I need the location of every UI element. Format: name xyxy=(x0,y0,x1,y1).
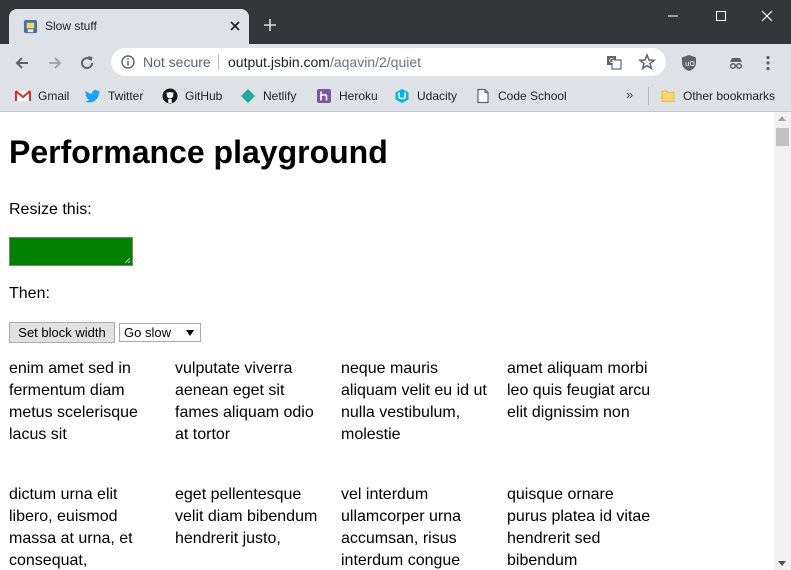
bookmark-label: Code School xyxy=(498,89,567,103)
bookmark-label: Other bookmarks xyxy=(683,89,776,103)
bookmark-netlify[interactable]: Netlify xyxy=(240,86,296,106)
bookmark-code-school[interactable]: Code School xyxy=(475,86,567,106)
bookmark-label: Udacity xyxy=(417,89,458,103)
bookmark-other[interactable]: Other bookmarks xyxy=(660,86,775,106)
speed-select-value: Go slow xyxy=(124,325,171,340)
text-block: neque mauris aliquam velit eu id ut null… xyxy=(341,360,487,443)
bookmark-label: GitHub xyxy=(185,89,223,103)
text-block: amet aliquam morbi leo quis feugiat arcu… xyxy=(507,360,651,421)
udacity-icon xyxy=(395,89,409,103)
page-icon xyxy=(477,88,489,104)
bookmark-twitter[interactable]: Twitter xyxy=(85,86,143,106)
back-icon[interactable] xyxy=(13,54,31,72)
svg-text:uO: uO xyxy=(685,60,695,68)
browser-toolbar: Not secure output.jsbin.com/aqavin/2/qui… xyxy=(0,44,791,81)
gmail-icon xyxy=(15,90,31,101)
url-text[interactable]: output.jsbin.com/aqavin/2/quiet xyxy=(228,54,421,70)
url-path: /aqavin/2/quiet xyxy=(329,54,422,70)
bookmark-label: Gmail xyxy=(38,89,70,103)
text-block: dictum urna elit libero, euismod massa a… xyxy=(9,486,133,569)
translate-icon[interactable]: G xyxy=(605,53,623,71)
address-bar[interactable]: Not secure output.jsbin.com/aqavin/2/qui… xyxy=(111,48,666,76)
bookmark-github[interactable]: GitHub xyxy=(162,86,222,106)
netlify-icon xyxy=(241,89,255,103)
bookmark-udacity[interactable]: Udacity xyxy=(394,86,457,106)
scroll-up-arrow-icon[interactable] xyxy=(778,116,786,121)
text-block: vel interdum ullamcorper urna accumsan, … xyxy=(341,486,462,569)
window-close-icon[interactable] xyxy=(759,8,775,24)
twitter-icon xyxy=(85,90,100,103)
close-icon[interactable] xyxy=(228,19,242,33)
bookmark-star-icon[interactable] xyxy=(638,53,656,71)
heroku-icon xyxy=(317,89,331,103)
maximize-icon[interactable] xyxy=(713,8,729,24)
bookmarks-divider xyxy=(648,87,649,105)
svg-text:G: G xyxy=(609,57,614,65)
incognito-icon[interactable] xyxy=(727,54,745,72)
then-label: Then: xyxy=(9,285,50,302)
menu-icon[interactable] xyxy=(759,54,777,72)
info-icon[interactable] xyxy=(121,55,135,69)
minimize-icon[interactable] xyxy=(665,8,681,24)
folder-icon xyxy=(661,90,675,102)
github-icon xyxy=(162,88,178,104)
text-block: vulputate viverra aenean eget sit fames … xyxy=(175,360,314,443)
scroll-thumb[interactable] xyxy=(776,128,789,146)
speed-select[interactable]: Go slow xyxy=(119,323,201,342)
resize-handle-icon[interactable] xyxy=(124,257,131,264)
scroll-down-arrow-icon[interactable] xyxy=(778,561,786,566)
resizable-block[interactable] xyxy=(9,237,133,266)
ublock-icon[interactable]: uO xyxy=(680,54,698,72)
reload-icon[interactable] xyxy=(78,54,96,72)
page-title: Performance playground xyxy=(9,134,388,170)
jsbin-favicon-icon xyxy=(23,19,38,34)
bookmarks-overflow-chevron-icon[interactable]: » xyxy=(626,87,633,102)
text-block: quisque ornare purus platea id vitae hen… xyxy=(507,486,651,569)
page-viewport: Performance playground Resize this: Then… xyxy=(0,112,774,570)
forward-icon[interactable] xyxy=(46,54,64,72)
tab-strip: Slow stuff xyxy=(0,0,791,44)
bookmark-heroku[interactable]: Heroku xyxy=(316,86,378,106)
new-tab-icon[interactable] xyxy=(262,17,278,33)
bookmark-gmail[interactable]: Gmail xyxy=(15,86,69,106)
set-block-width-button[interactable]: Set block width xyxy=(9,322,115,343)
text-block: enim amet sed in fermentum diam metus sc… xyxy=(9,360,138,443)
chevron-down-icon xyxy=(186,330,194,336)
bookmark-label: Twitter xyxy=(108,89,144,103)
omnibox-divider xyxy=(218,54,219,70)
tab-title: Slow stuff xyxy=(45,19,97,33)
bookmarks-bar: Gmail Twitter GitHub Netlify Heroku Udac… xyxy=(0,81,791,112)
url-host: output.jsbin.com xyxy=(228,54,330,70)
vertical-scrollbar[interactable] xyxy=(774,112,791,570)
resize-label: Resize this: xyxy=(9,201,92,218)
bookmark-label: Netlify xyxy=(263,89,297,103)
text-block: eget pellentesque velit diam bibendum he… xyxy=(175,486,318,547)
bookmark-label: Heroku xyxy=(339,89,378,103)
security-label: Not secure xyxy=(143,54,211,70)
tab-active[interactable]: Slow stuff xyxy=(9,9,249,44)
